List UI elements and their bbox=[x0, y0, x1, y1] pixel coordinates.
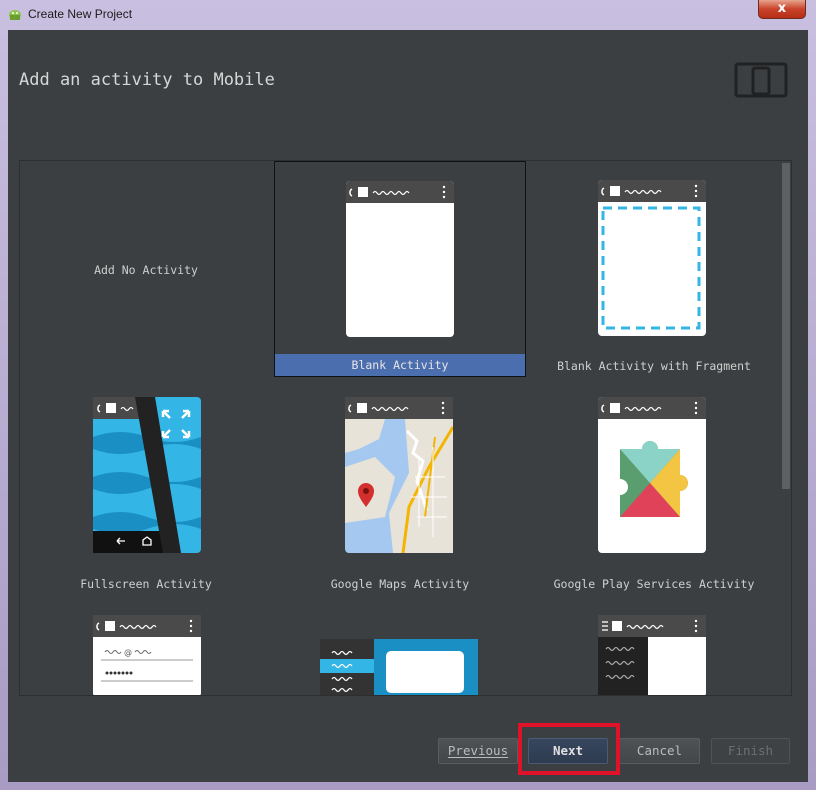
activity-tile-fullscreen[interactable]: Fullscreen Activity bbox=[20, 379, 272, 595]
previous-label[interactable]: Previous bbox=[448, 743, 508, 758]
activity-tile-master-detail[interactable] bbox=[274, 597, 526, 695]
android-studio-icon bbox=[9, 10, 21, 20]
login-preview-icon: @ bbox=[93, 615, 201, 695]
navigation-drawer-preview-icon bbox=[598, 615, 706, 695]
status-bar-icon bbox=[601, 184, 698, 198]
window-title: Create New Project bbox=[28, 7, 133, 21]
play-services-puzzle-icon bbox=[620, 441, 688, 517]
activity-tile-blank-fragment[interactable]: Blank Activity with Fragment bbox=[528, 161, 780, 377]
maps-preview-icon bbox=[345, 397, 453, 553]
svg-text:@: @ bbox=[124, 648, 132, 657]
activity-tile-login[interactable]: @ bbox=[20, 597, 272, 695]
phone-tablet-icon bbox=[734, 62, 788, 98]
activity-tile-play-services[interactable]: Google Play Services Activity bbox=[528, 379, 780, 595]
create-project-window: Create New Project x Add an activity to … bbox=[0, 0, 816, 790]
activity-tile-navigation-drawer[interactable] bbox=[528, 597, 780, 695]
activity-tile-no-activity[interactable]: Add No Activity bbox=[20, 161, 272, 377]
tile-label: Add No Activity bbox=[94, 263, 198, 277]
activity-gallery: Add No Activity Blank Activity Blank Act… bbox=[19, 160, 792, 696]
gallery-scrollbar-thumb[interactable] bbox=[782, 163, 790, 489]
master-detail-preview-icon bbox=[320, 639, 478, 695]
status-bar-icon bbox=[349, 185, 446, 199]
fragment-outline-icon bbox=[601, 206, 701, 330]
finish-label: Finish bbox=[727, 743, 774, 758]
tile-label: Blank Activity bbox=[275, 354, 525, 376]
play-services-phone-preview bbox=[598, 397, 706, 553]
fragment-phone-preview bbox=[598, 180, 706, 336]
previous-button[interactable]: Previous bbox=[438, 738, 518, 764]
status-bar-icon bbox=[601, 401, 698, 415]
fullscreen-preview-icon bbox=[93, 397, 201, 553]
tile-label: Google Maps Activity bbox=[330, 577, 470, 591]
close-icon[interactable]: x bbox=[759, 1, 805, 16]
tile-label: Google Play Services Activity bbox=[553, 577, 755, 591]
cancel-label[interactable]: Cancel bbox=[637, 743, 682, 758]
title-bar: Create New Project x bbox=[0, 0, 816, 30]
tile-label: Blank Activity with Fragment bbox=[557, 359, 751, 373]
cancel-button[interactable]: Cancel bbox=[619, 738, 700, 764]
activity-tile-maps[interactable]: Google Maps Activity bbox=[274, 379, 526, 595]
tile-label: Fullscreen Activity bbox=[80, 577, 212, 591]
activity-tile-blank[interactable]: Blank Activity bbox=[274, 161, 526, 377]
next-button-highlight bbox=[518, 723, 620, 775]
blank-phone-preview bbox=[346, 181, 454, 337]
finish-button: Finish bbox=[711, 738, 790, 764]
dialog-content: Add an activity to Mobile Add No Activit… bbox=[8, 30, 808, 782]
close-button[interactable]: x bbox=[758, 0, 806, 19]
page-title: Add an activity to Mobile bbox=[19, 70, 275, 90]
